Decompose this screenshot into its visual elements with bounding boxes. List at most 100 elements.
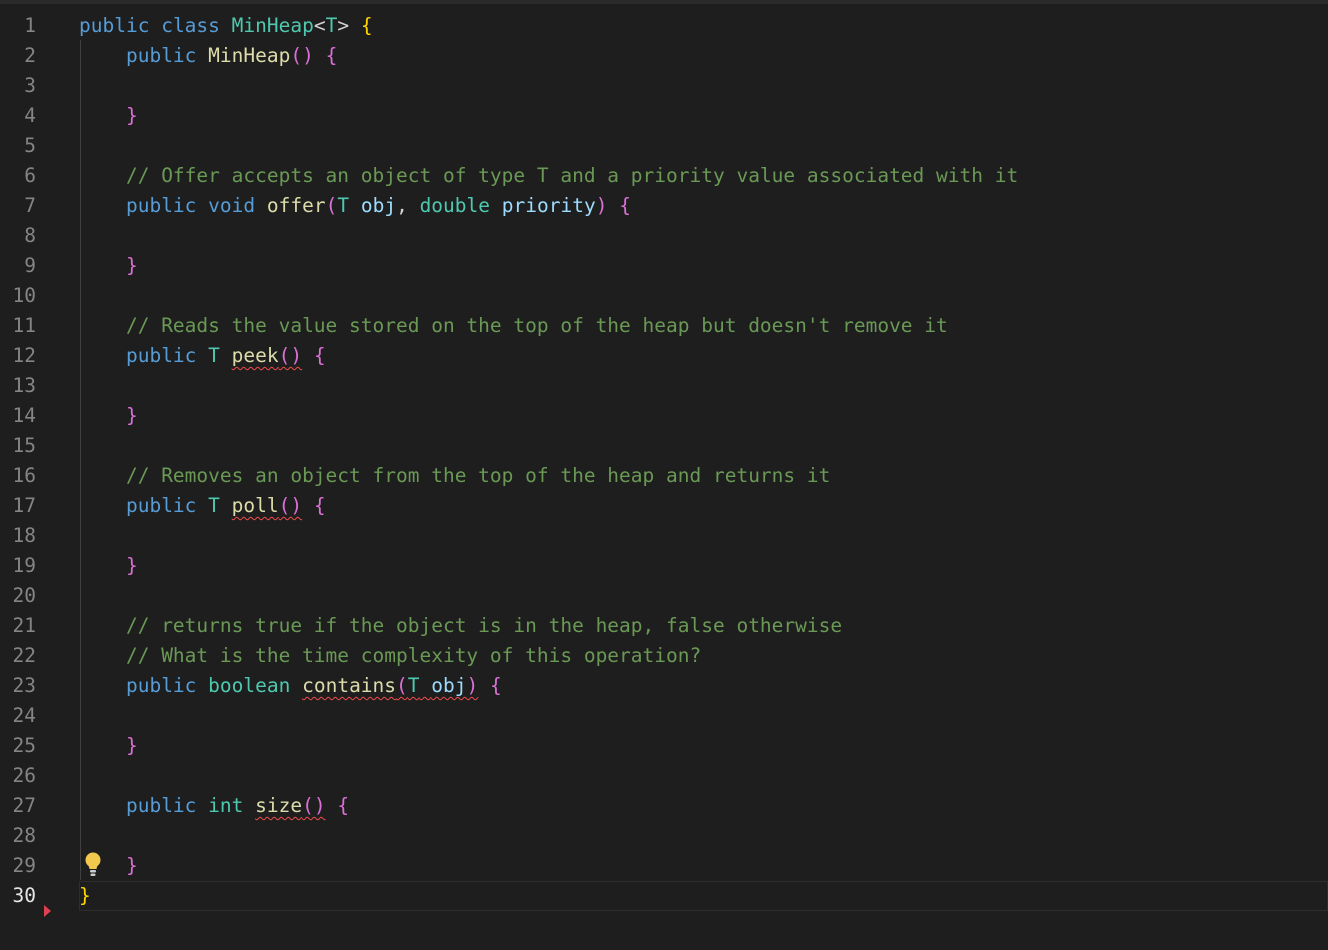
code-area[interactable]: public int size() { <box>79 791 1328 821</box>
code-line[interactable]: 15 <box>0 431 1328 461</box>
code-text[interactable]: // Offer accepts an object of type T and… <box>79 161 1018 191</box>
code-line[interactable]: 19 } <box>0 551 1328 581</box>
code-line[interactable]: 5 <box>0 131 1328 161</box>
code-text[interactable]: // What is the time complexity of this o… <box>79 641 701 671</box>
code-line[interactable]: 8 <box>0 221 1328 251</box>
line-number: 4 <box>24 104 36 127</box>
code-line[interactable]: 6 // Offer accepts an object of type T a… <box>0 161 1328 191</box>
code-token: { <box>313 494 326 517</box>
code-text[interactable]: } <box>79 401 138 431</box>
code-line[interactable]: 21 // returns true if the object is in t… <box>0 611 1328 641</box>
code-text[interactable]: } <box>79 101 138 131</box>
line-number: 1 <box>24 14 36 37</box>
code-area[interactable] <box>79 281 1328 311</box>
code-text[interactable]: public void offer(T obj, double priority… <box>79 191 631 221</box>
code-line[interactable]: 3 <box>0 71 1328 101</box>
code-line[interactable]: 23 public boolean contains(T obj) { <box>0 671 1328 701</box>
code-text[interactable]: public int size() { <box>79 791 349 821</box>
code-area[interactable] <box>79 581 1328 611</box>
code-line[interactable]: 12 public T peek() { <box>0 341 1328 371</box>
code-line[interactable]: 25 } <box>0 731 1328 761</box>
code-text[interactable]: public T peek() { <box>79 341 326 371</box>
line-number: 24 <box>12 704 36 727</box>
code-line[interactable]: 22 // What is the time complexity of thi… <box>0 641 1328 671</box>
code-token: T <box>325 14 338 37</box>
code-line[interactable]: 11 // Reads the value stored on the top … <box>0 311 1328 341</box>
code-area[interactable] <box>79 821 1328 851</box>
code-area[interactable]: // What is the time complexity of this o… <box>79 641 1328 671</box>
code-text[interactable]: // Removes an object from the top of the… <box>79 461 830 491</box>
code-area[interactable]: // Reads the value stored on the top of … <box>79 311 1328 341</box>
code-area[interactable] <box>79 71 1328 101</box>
code-text[interactable]: } <box>79 251 138 281</box>
line-number: 30 <box>12 884 36 907</box>
code-line[interactable]: 13 <box>0 371 1328 401</box>
code-area[interactable]: public class MinHeap<T> { <box>79 11 1328 41</box>
code-area[interactable]: public boolean contains(T obj) { <box>79 671 1328 701</box>
code-token: () <box>278 344 303 367</box>
code-area[interactable] <box>79 701 1328 731</box>
line-number: 27 <box>12 794 36 817</box>
code-token: ( <box>396 674 408 697</box>
code-line[interactable]: 4 } <box>0 101 1328 131</box>
code-area[interactable]: public T poll() { <box>79 491 1328 521</box>
lightbulb-icon[interactable] <box>84 852 102 878</box>
code-area[interactable] <box>79 761 1328 791</box>
code-area[interactable]: // returns true if the object is in the … <box>79 611 1328 641</box>
code-area[interactable]: } <box>79 101 1328 131</box>
editor-lines[interactable]: 1 public class MinHeap<T> {2 public MinHe… <box>0 11 1328 911</box>
code-line[interactable]: 29 } <box>0 851 1328 881</box>
code-editor[interactable]: 1 public class MinHeap<T> {2 public MinHe… <box>0 0 1328 950</box>
code-area[interactable] <box>79 221 1328 251</box>
code-token: T <box>208 344 220 367</box>
code-area[interactable]: } <box>79 251 1328 281</box>
code-text[interactable]: } <box>79 551 138 581</box>
code-area[interactable]: // Offer accepts an object of type T and… <box>79 161 1328 191</box>
code-line[interactable]: 28 <box>0 821 1328 851</box>
code-line[interactable]: 20 <box>0 581 1328 611</box>
code-text[interactable]: // returns true if the object is in the … <box>79 611 842 641</box>
code-line[interactable]: 26 <box>0 761 1328 791</box>
code-text[interactable]: public boolean contains(T obj) { <box>79 671 502 701</box>
code-text[interactable]: public class MinHeap<T> { <box>79 11 373 41</box>
code-line[interactable]: 10 <box>0 281 1328 311</box>
code-text[interactable]: public T poll() { <box>79 491 326 521</box>
code-area[interactable]: public MinHeap() { <box>79 41 1328 71</box>
code-line[interactable]: 24 <box>0 701 1328 731</box>
line-number: 6 <box>24 164 36 187</box>
code-area[interactable]: } <box>79 881 1328 911</box>
code-area[interactable]: // Removes an object from the top of the… <box>79 461 1328 491</box>
line-number: 2 <box>24 44 36 67</box>
code-area[interactable] <box>79 371 1328 401</box>
code-text[interactable]: public MinHeap() { <box>79 41 337 71</box>
code-line[interactable]: 2 public MinHeap() { <box>0 41 1328 71</box>
code-area[interactable] <box>79 521 1328 551</box>
code-token: T <box>407 674 420 697</box>
code-area[interactable] <box>79 431 1328 461</box>
code-line[interactable]: 16 // Removes an object from the top of … <box>0 461 1328 491</box>
code-text[interactable]: } <box>79 881 91 911</box>
code-area[interactable]: } <box>79 551 1328 581</box>
code-line[interactable]: 9 } <box>0 251 1328 281</box>
code-area[interactable] <box>79 131 1328 161</box>
breakpoint-hint-icon[interactable] <box>44 905 51 917</box>
code-line[interactable]: 14 } <box>0 401 1328 431</box>
code-line[interactable]: 30} <box>0 881 1328 911</box>
code-line[interactable]: 7 public void offer(T obj, double priori… <box>0 191 1328 221</box>
code-line[interactable]: 18 <box>0 521 1328 551</box>
code-area[interactable]: public void offer(T obj, double priority… <box>79 191 1328 221</box>
code-line[interactable]: 17 public T poll() { <box>0 491 1328 521</box>
code-area[interactable]: public T peek() { <box>79 341 1328 371</box>
code-line[interactable]: 27 public int size() { <box>0 791 1328 821</box>
code-token: public <box>125 794 197 817</box>
code-text[interactable]: // Reads the value stored on the top of … <box>79 311 948 341</box>
code-area[interactable]: } <box>79 851 1328 881</box>
code-token: int <box>208 794 244 817</box>
code-area[interactable]: } <box>79 731 1328 761</box>
code-area[interactable]: } <box>79 401 1328 431</box>
code-text[interactable]: } <box>79 731 138 761</box>
code-token: offer <box>266 194 326 217</box>
code-line[interactable]: 1 public class MinHeap<T> { <box>0 11 1328 41</box>
